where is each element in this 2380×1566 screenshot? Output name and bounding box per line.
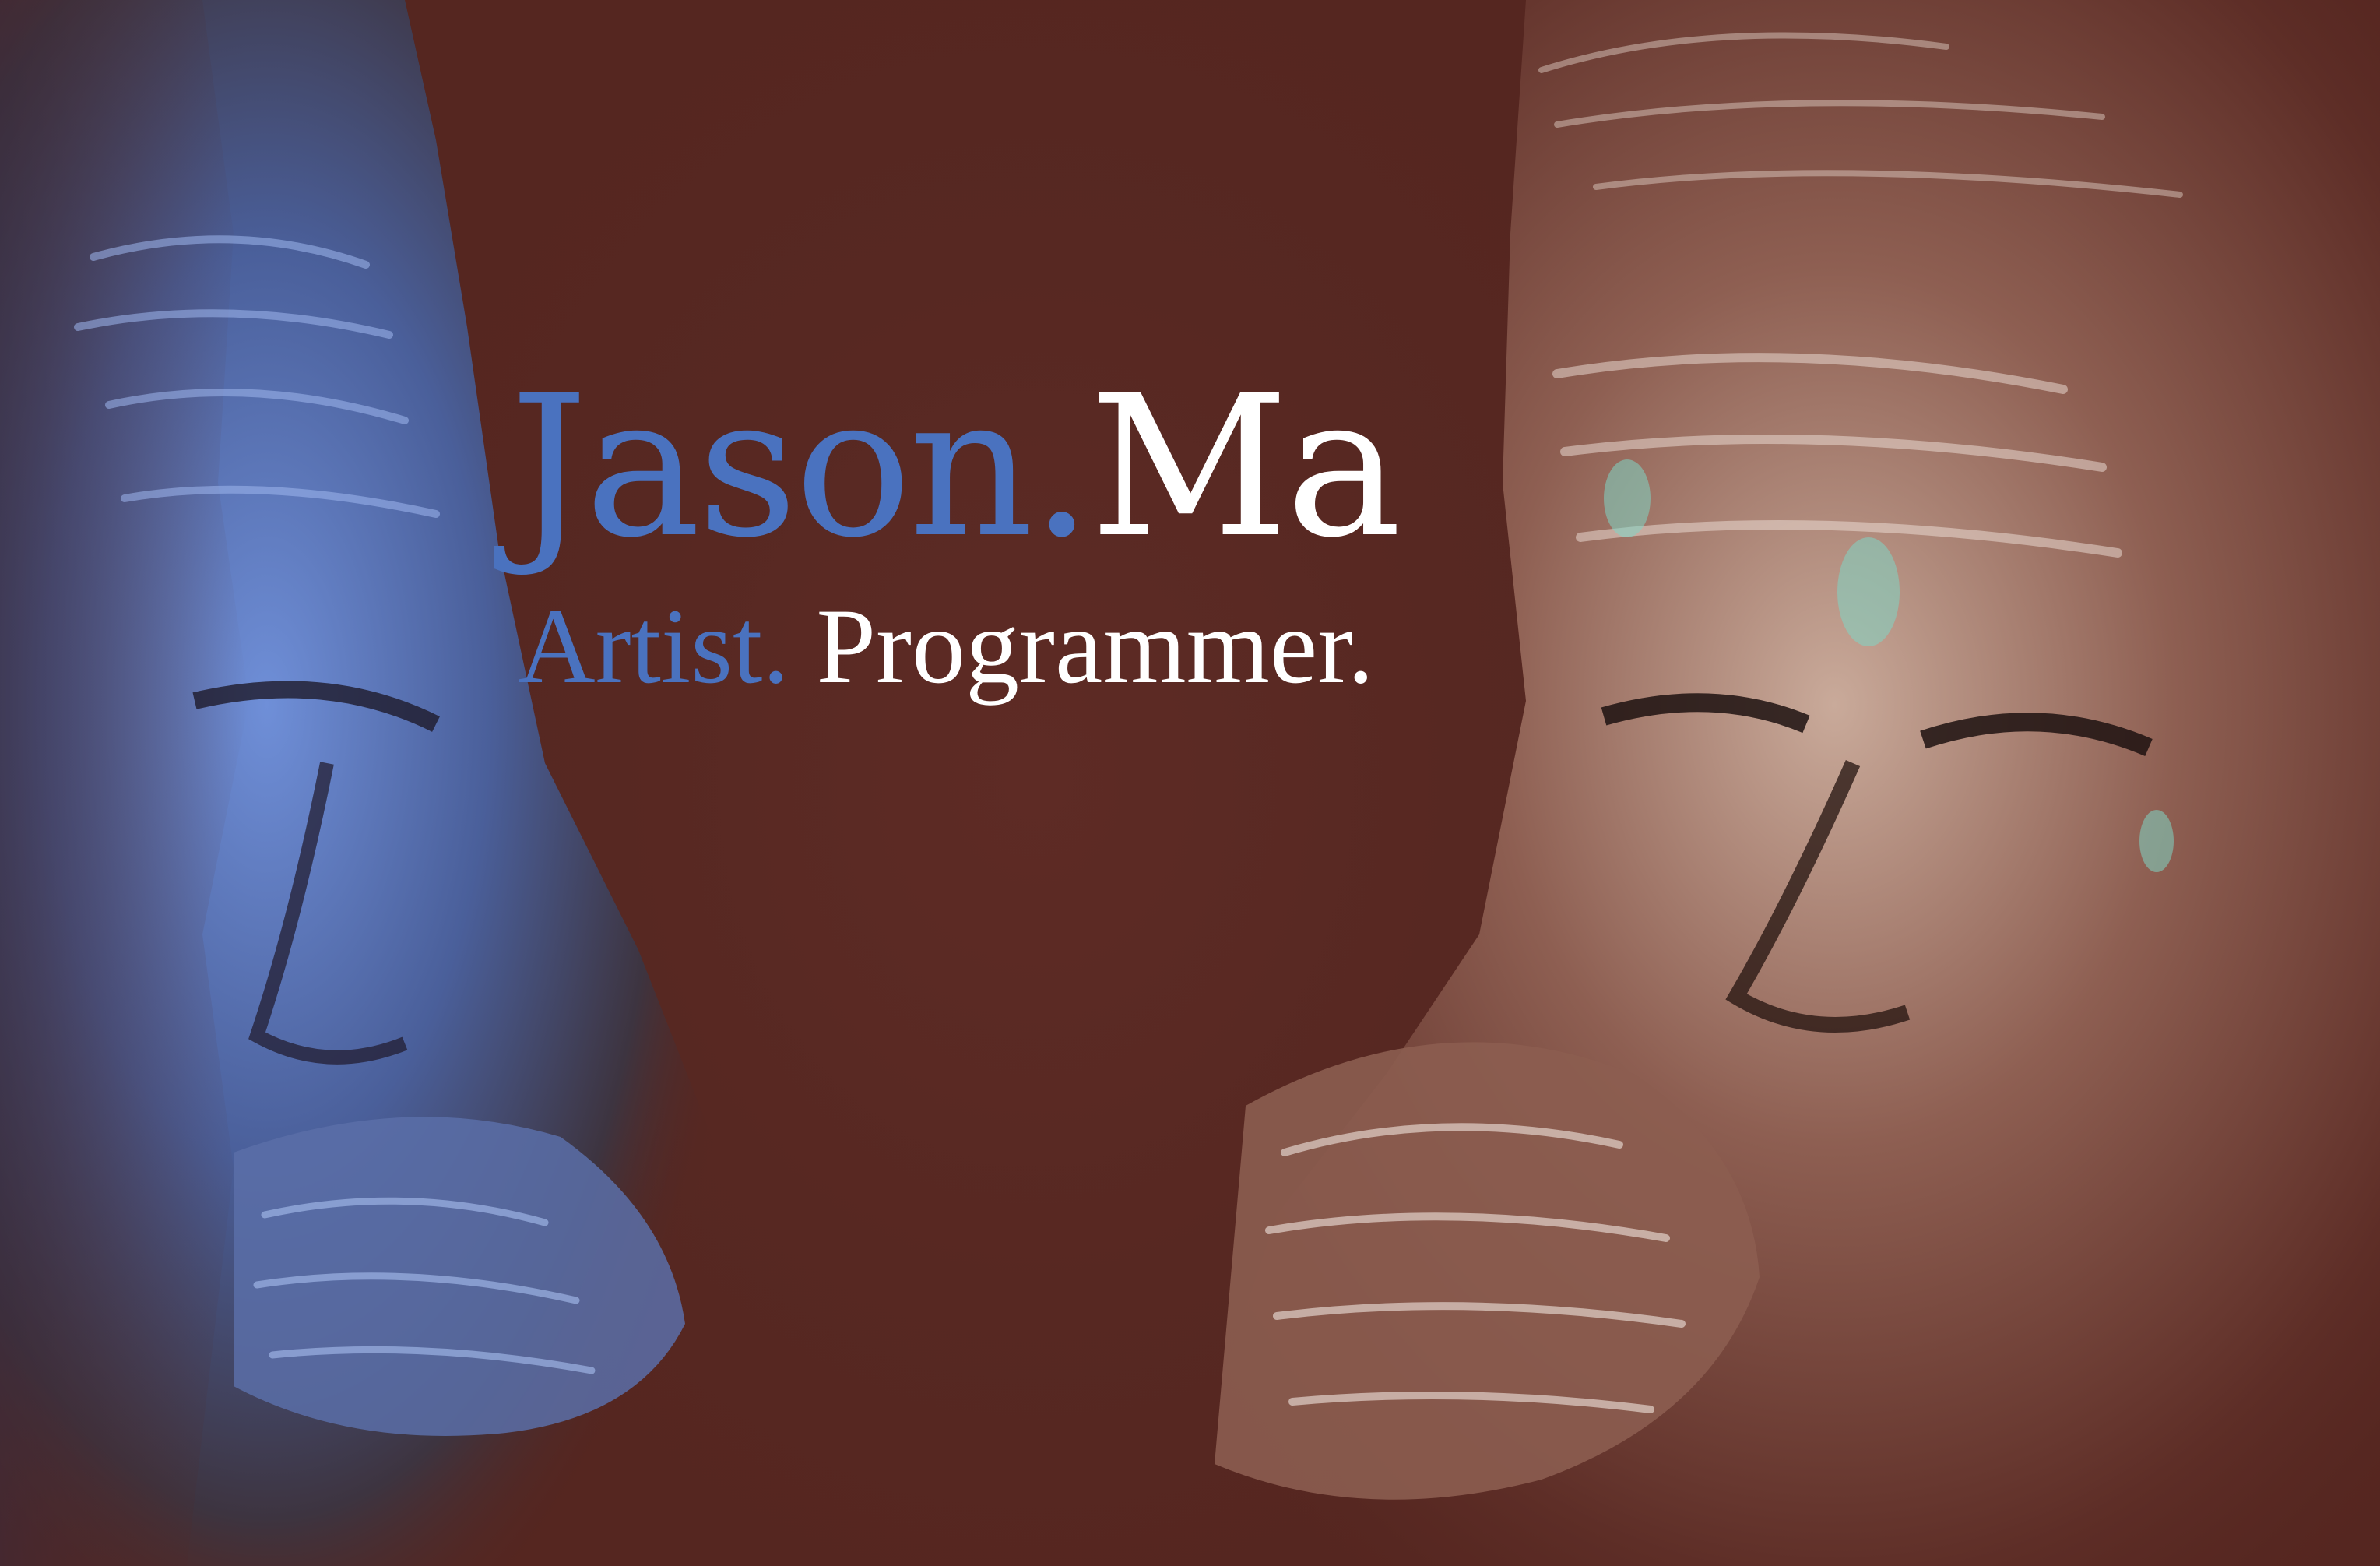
hero-banner: Jason.Ma Artist. Programmer. bbox=[0, 0, 2380, 1566]
title-first-name: Jason. bbox=[510, 354, 1093, 580]
portrait-left-blue bbox=[0, 0, 763, 1566]
title-block: Jason.Ma Artist. Programmer. bbox=[510, 354, 1538, 720]
tagline: Artist. Programmer. bbox=[518, 588, 1374, 705]
title-last-name: Ma bbox=[1089, 354, 1402, 580]
site-title: Jason.Ma bbox=[510, 354, 1402, 580]
background-artwork bbox=[0, 0, 2380, 1566]
tagline-role-programmer: Programmer. bbox=[816, 586, 1375, 706]
portrait-right-sepia bbox=[1168, 0, 2380, 1566]
tagline-role-artist: Artist. bbox=[518, 586, 789, 706]
